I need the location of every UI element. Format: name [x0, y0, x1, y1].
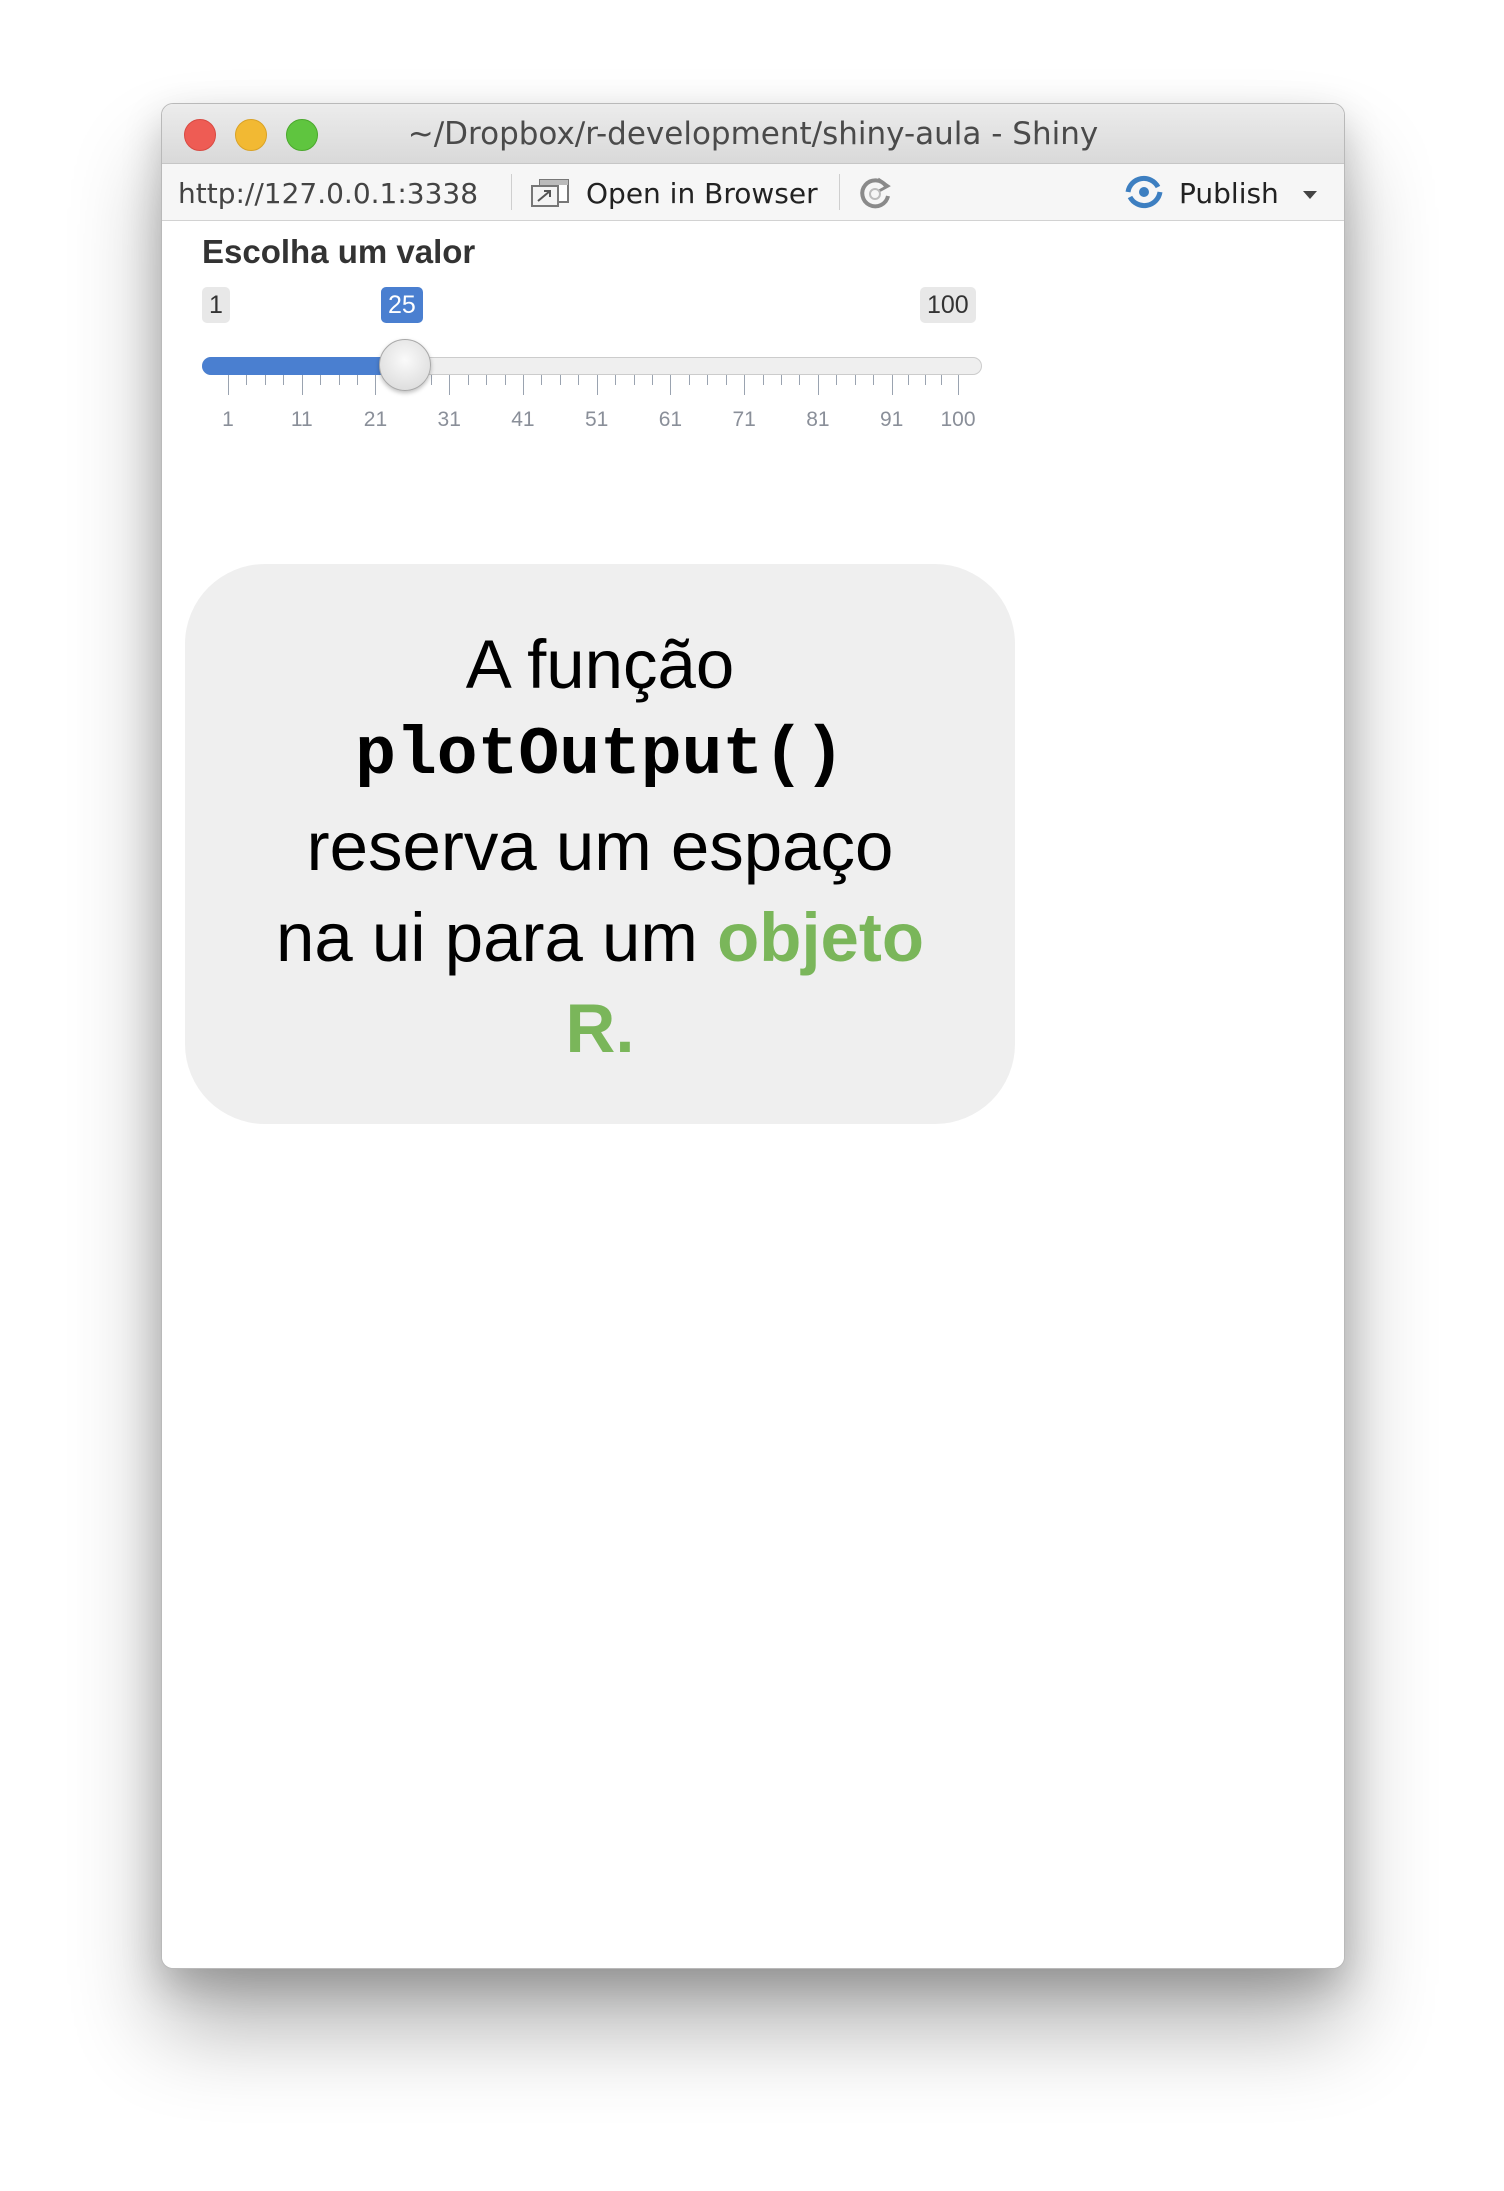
slider-ticks: 1 11 21 31 41 51 61 71 81 91 100: [202, 375, 982, 445]
callout-line-4-text: na ui para um: [275, 899, 698, 976]
callout-highlight-2: R.: [565, 990, 635, 1067]
title-bar[interactable]: ~/Dropbox/r-development/shiny-aula - Shi…: [162, 104, 1344, 164]
slider-tick-label: 100: [940, 408, 976, 431]
slider-tick-minor: [578, 375, 580, 385]
slider-tick-minor: [836, 375, 838, 385]
app-window: ~/Dropbox/r-development/shiny-aula - Shi…: [161, 103, 1345, 1969]
toolbar-divider: [511, 174, 512, 210]
slider-tick-minor: [486, 375, 488, 385]
callout-highlight-1: objeto: [717, 899, 925, 976]
callout-line-1: A função: [465, 626, 735, 703]
slider-tick-minor: [924, 375, 926, 385]
slider-tick-label: 21: [363, 408, 388, 431]
slider-tick-minor: [707, 375, 709, 385]
slider-tick-label: 71: [732, 408, 756, 431]
slider-label: Escolha um valor: [202, 233, 476, 270]
slider-tick-minor: [541, 375, 543, 385]
slider-tick-major: [596, 375, 598, 395]
slider-tick-minor: [854, 375, 856, 385]
slider-fill: [202, 357, 405, 375]
url-display[interactable]: http://127.0.0.1:3338: [178, 177, 478, 210]
slider-tick-minor: [246, 375, 248, 385]
publish-button[interactable]: Publish: [1179, 177, 1279, 210]
callout-code: plotOutput(): [355, 717, 845, 794]
slider-tick-major: [670, 375, 672, 395]
slider-tick-minor: [504, 375, 506, 385]
slider-tick-major: [301, 375, 303, 395]
slider-handle[interactable]: [378, 339, 431, 391]
slider-tick-minor: [320, 375, 322, 385]
refresh-icon[interactable]: [855, 174, 895, 212]
viewer-toolbar: http://127.0.0.1:3338 Open in Browser Pu…: [162, 164, 1344, 221]
publish-dropdown-chevron-icon[interactable]: [1303, 191, 1317, 199]
toolbar-divider: [839, 174, 840, 210]
slider-tick-major: [817, 375, 819, 395]
slider-min-badge: 1: [202, 287, 230, 323]
slider-tick-label: 51: [584, 408, 609, 431]
slider-tick-major: [744, 375, 746, 395]
slider-tick-minor: [908, 375, 910, 385]
open-in-browser-button[interactable]: Open in Browser: [586, 177, 818, 210]
slider-tick-major: [375, 375, 377, 395]
callout-line-4: na ui para um objeto: [185, 892, 1015, 983]
slider-tick-minor: [651, 375, 653, 385]
slider-tick-minor: [559, 375, 561, 385]
slider-tick-label: 1: [222, 408, 234, 431]
callout-line-3: reserva um espaço: [306, 808, 894, 885]
slider-tick-major: [891, 375, 893, 395]
publish-icon[interactable]: [1122, 175, 1166, 209]
slider-tick-major: [449, 375, 451, 395]
slider-tick-label: 61: [658, 408, 683, 431]
slider-value-badge: 25: [380, 287, 423, 323]
slider-tick-minor: [688, 375, 690, 385]
slider-tick-label: 11: [290, 408, 313, 431]
slider-tick-minor: [781, 375, 783, 385]
slider-max-badge: 100: [920, 287, 976, 323]
slider-tick-label: 91: [879, 408, 904, 431]
info-callout: A função plotOutput() reserva um espaço …: [185, 564, 1015, 1124]
app-content: Escolha um valor 1 100 25 1 11 21 31 41 51 61 7…: [162, 221, 1344, 1968]
value-slider[interactable]: 1 100 25 1 11 21 31 41 51 61 71 81 91 100: [202, 287, 982, 447]
slider-tick-minor: [941, 375, 943, 385]
slider-tick-major: [522, 375, 524, 395]
slider-tick-minor: [283, 375, 285, 385]
slider-tick-major: [958, 375, 959, 395]
slider-tick-major: [228, 375, 229, 395]
slider-tick-minor: [357, 375, 359, 385]
slider-tick-label: 31: [437, 408, 461, 431]
slider-tick-minor: [264, 375, 266, 385]
slider-tick-minor: [338, 375, 340, 385]
slider-tick-minor: [467, 375, 469, 385]
slider-tick-label: 41: [511, 408, 535, 431]
window-title: ~/Dropbox/r-development/shiny-aula - Shi…: [407, 116, 1099, 152]
slider-tick-minor: [430, 375, 432, 385]
slider-tick-minor: [615, 375, 617, 385]
slider-tick-label: 81: [806, 408, 830, 431]
open-in-browser-icon[interactable]: [528, 177, 572, 209]
slider-tick-minor: [725, 375, 727, 385]
slider-tick-minor: [633, 375, 635, 385]
slider-tick-minor: [873, 375, 875, 385]
slider-tick-minor: [762, 375, 764, 385]
slider-tick-minor: [799, 375, 801, 385]
